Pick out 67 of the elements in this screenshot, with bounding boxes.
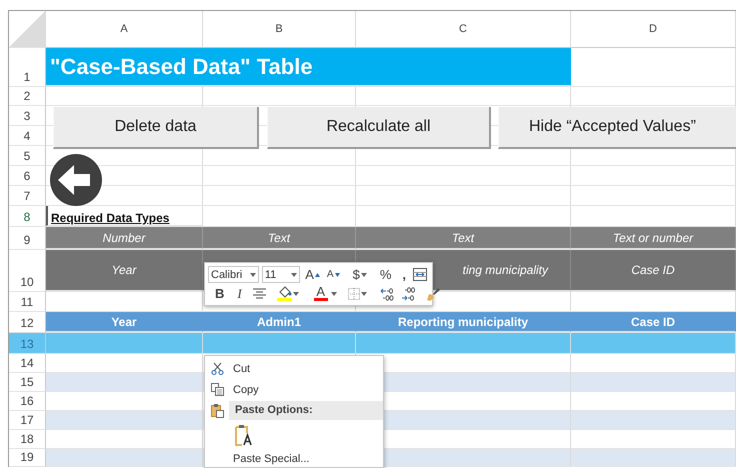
font-size-dropdown[interactable]: 11 — [262, 266, 300, 283]
scissors-icon — [210, 362, 224, 375]
table-cell: Year — [46, 250, 203, 291]
format-button[interactable] — [411, 266, 429, 284]
row-header[interactable]: 7 — [9, 186, 46, 206]
table-cell: Admin1 — [203, 312, 356, 332]
copy-icon — [210, 383, 224, 396]
borders-icon — [348, 288, 360, 300]
paste-icon[interactable] — [235, 424, 253, 446]
caret-icon — [291, 272, 298, 276]
row-header[interactable]: 19 — [9, 449, 46, 467]
table-title: "Case-Based Data" Table — [46, 48, 571, 86]
row-header[interactable]: 8 — [9, 206, 46, 227]
clipboard-icon — [210, 403, 224, 418]
align-center-icon — [252, 288, 266, 299]
macro-button[interactable]: Recalculate all — [267, 107, 491, 149]
row-header[interactable]: 6 — [9, 166, 46, 186]
menu-item[interactable]: Paste Special... — [205, 448, 383, 468]
row-header[interactable]: 16 — [9, 392, 46, 411]
table-cell: Case ID — [571, 312, 736, 332]
macro-button[interactable]: Hide “Accepted Values” — [498, 107, 736, 149]
row-header[interactable]: 10 — [9, 250, 46, 292]
font-color-button[interactable]: A — [310, 284, 339, 302]
paintbrush-icon — [426, 286, 440, 300]
percent-button[interactable]: % — [378, 266, 394, 284]
row-header[interactable]: 3 — [9, 106, 46, 126]
column-width-icon — [413, 268, 427, 281]
table-cell: Reporting municipality — [356, 312, 571, 332]
bold-button[interactable]: B — [213, 284, 226, 302]
comma-style-button[interactable]: , — [400, 266, 408, 284]
row-header[interactable]: 12 — [9, 312, 46, 333]
menu-item[interactable]: Copy — [205, 379, 383, 400]
column-header[interactable]: D — [571, 11, 736, 48]
decimal-icon — [400, 286, 415, 300]
column-header[interactable]: B — [203, 11, 356, 48]
row-header[interactable]: 1 — [9, 48, 46, 87]
row-header[interactable]: 9 — [9, 227, 46, 250]
italic-button[interactable]: I — [235, 284, 244, 302]
table-cell: Year — [46, 312, 203, 332]
table-cell: Text or number — [571, 227, 736, 249]
row-header[interactable]: 18 — [9, 430, 46, 449]
table-cell: Case ID — [571, 250, 736, 291]
shrink-font-button[interactable]: A — [324, 266, 342, 284]
font-dropdown[interactable]: Calibri — [208, 266, 259, 283]
column-header[interactable]: A — [46, 11, 203, 48]
decimal-icon — [380, 286, 394, 300]
row-header[interactable]: 4 — [9, 126, 46, 146]
row-header[interactable]: 5 — [9, 146, 46, 166]
triangle-icon — [334, 272, 340, 276]
row-header[interactable]: 17 — [9, 411, 46, 430]
row-header[interactable]: 14 — [9, 354, 46, 373]
row-header[interactable]: 2 — [9, 87, 46, 106]
triangle-icon — [314, 272, 320, 276]
menu-heading: Paste Options: — [229, 401, 383, 420]
fill-color-button[interactable] — [274, 284, 301, 302]
row-header[interactable]: 11 — [9, 292, 46, 312]
menu-item[interactable]: Cut — [205, 358, 383, 379]
table-cell: Text — [203, 227, 356, 249]
caret-icon — [250, 272, 256, 276]
row-header[interactable]: 15 — [9, 373, 46, 392]
column-header[interactable]: C — [356, 11, 571, 48]
grow-font-button[interactable]: A — [303, 266, 322, 284]
paint-bucket-icon — [276, 286, 292, 301]
caret-icon — [360, 272, 367, 276]
table-cell: Number — [46, 227, 203, 249]
macro-button[interactable]: Delete data — [53, 107, 259, 149]
table-cell: Text — [356, 227, 571, 249]
